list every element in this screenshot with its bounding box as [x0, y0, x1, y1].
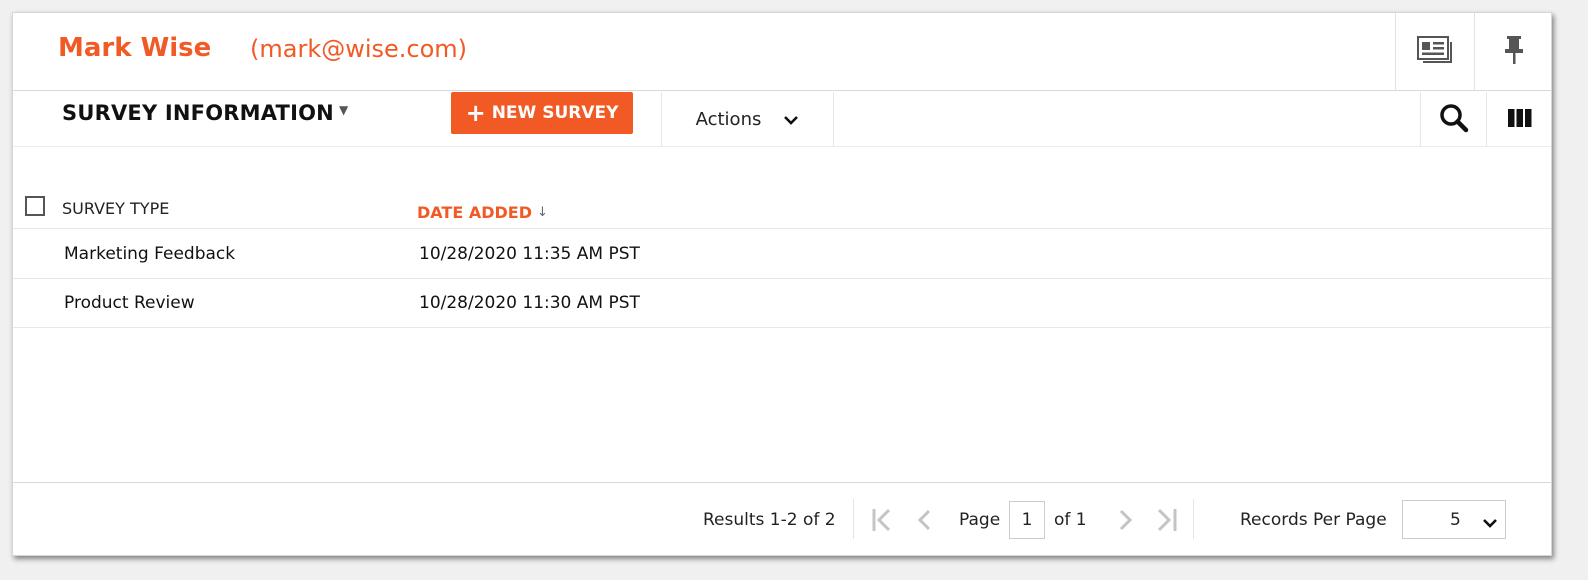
contact-card-icon	[1417, 36, 1453, 68]
chevron-down-icon	[1482, 513, 1498, 532]
survey-type-cell: Marketing Feedback	[64, 244, 236, 264]
divider	[853, 499, 854, 539]
survey-toolbar: SURVEY INFORMATION ▼ + NEW SURVEY Action…	[13, 92, 1551, 147]
total-pages-label: of 1	[1054, 510, 1087, 530]
records-per-page-value: 5	[1450, 510, 1461, 530]
chevron-down-icon[interactable]: ▼	[339, 103, 348, 117]
divider	[1193, 499, 1194, 539]
results-total: 2	[824, 510, 836, 530]
previous-page-icon[interactable]	[915, 507, 933, 537]
survey-type-cell: Product Review	[64, 293, 195, 313]
results-prefix: Results	[703, 510, 765, 530]
table-header: SURVEY TYPE DATE ADDED ↓	[13, 193, 1551, 229]
search-icon	[1439, 103, 1469, 137]
table-row[interactable]: Product Review 10/28/2020 11:30 AM PST	[13, 279, 1551, 328]
section-title[interactable]: SURVEY INFORMATION	[62, 101, 334, 125]
date-added-cell: 10/28/2020 11:35 AM PST	[419, 244, 640, 264]
results-summary: Results 1-2 of 2	[703, 510, 836, 530]
columns-button[interactable]	[1486, 92, 1552, 147]
table-row[interactable]: Marketing Feedback 10/28/2020 11:35 AM P…	[13, 230, 1551, 279]
search-button[interactable]	[1420, 92, 1486, 147]
contact-card-button[interactable]	[1395, 13, 1474, 91]
total-pages: 1	[1075, 510, 1087, 530]
plus-icon: +	[465, 99, 486, 127]
sort-descending-icon[interactable]: ↓	[537, 205, 548, 220]
next-page-icon[interactable]	[1117, 507, 1135, 537]
records-per-page-label: Records Per Page	[1240, 510, 1387, 530]
contact-header: Mark Wise (mark@wise.com)	[13, 13, 1551, 91]
pin-button[interactable]	[1474, 13, 1553, 91]
pagination-bar: Results 1-2 of 2 Page 1 of 1 Records Per…	[13, 482, 1551, 557]
chevron-down-icon	[783, 109, 799, 130]
first-page-icon[interactable]	[871, 507, 897, 537]
actions-label: Actions	[695, 109, 762, 130]
actions-dropdown[interactable]: Actions	[661, 92, 834, 147]
contact-email: (mark@wise.com)	[250, 35, 468, 63]
records-per-page-select[interactable]: 5	[1402, 500, 1506, 539]
contact-name[interactable]: Mark Wise	[58, 33, 211, 63]
results-of-label: of	[802, 510, 820, 530]
column-header-date-added[interactable]: DATE ADDED	[417, 203, 532, 222]
page-label: Page	[959, 510, 1001, 530]
results-range: 1-2	[769, 510, 798, 530]
pin-icon	[1503, 35, 1525, 69]
new-survey-label: NEW SURVEY	[491, 103, 619, 123]
select-all-checkbox[interactable]	[25, 196, 45, 216]
page-of-label: of	[1054, 510, 1071, 530]
survey-panel: Mark Wise (mark@wise.com) SURVEY INFORMA…	[12, 12, 1552, 556]
column-header-survey-type[interactable]: SURVEY TYPE	[62, 199, 169, 218]
page-number-input[interactable]: 1	[1009, 501, 1045, 539]
columns-icon	[1507, 108, 1533, 132]
last-page-icon[interactable]	[1153, 507, 1179, 537]
date-added-cell: 10/28/2020 11:30 AM PST	[419, 293, 640, 313]
new-survey-button[interactable]: + NEW SURVEY	[451, 92, 633, 134]
